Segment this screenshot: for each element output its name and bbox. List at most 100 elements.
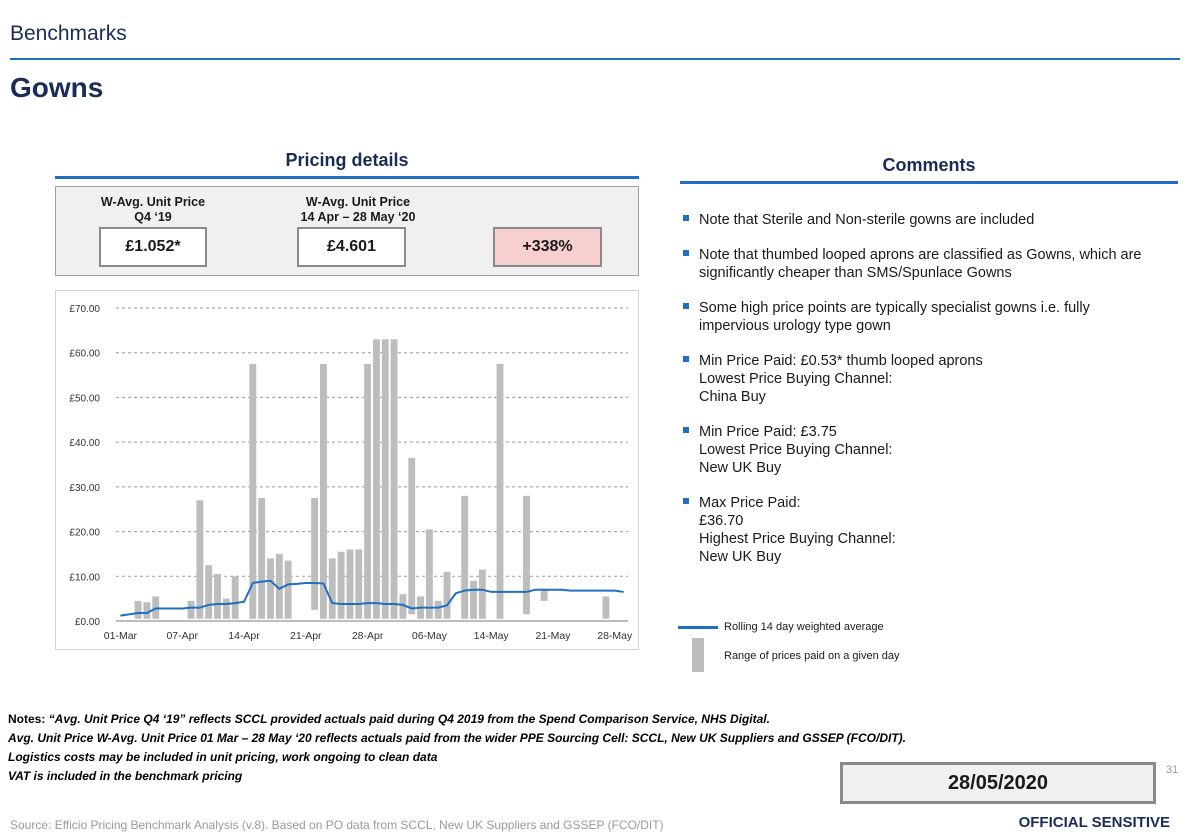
price-chart-svg: £0.00 £10.00 £20.00 £30.00 £40.00 £50.00 £60.0…	[69, 304, 633, 642]
price-range-bars	[134, 339, 610, 619]
comment-item: Note that Sterile and Non-sterile gowns …	[681, 211, 1181, 229]
legend-bar-swatch	[692, 638, 704, 672]
chart-gridlines	[116, 307, 628, 622]
bullet-icon	[683, 250, 689, 256]
y-tick-label: £70.00	[69, 304, 100, 315]
comment-line: Lowest Price Buying Channel:	[699, 442, 893, 458]
rolling-average-line-group	[120, 579, 624, 617]
price-range-bar	[231, 576, 239, 619]
comments-list: Note that Sterile and Non-sterile gowns …	[681, 211, 1181, 583]
y-tick-label: £50.00	[69, 393, 100, 404]
kpi-change-value: +338%	[493, 227, 602, 267]
comment-line: Lowest Price Buying Channel:	[699, 371, 893, 387]
x-tick-label: 14-May	[474, 630, 510, 642]
kpi-panel: W-Avg. Unit Price Q4 ‘19 W-Avg. Unit Pri…	[55, 186, 639, 276]
price-range-bar	[214, 574, 221, 619]
price-range-bar	[443, 571, 451, 619]
x-axis-ticks: 01-Mar 07-Apr 14-Apr 21-Apr 28-Apr 06-May 14-M…	[104, 630, 633, 642]
price-range-bar	[381, 339, 389, 619]
price-range-bar	[434, 600, 442, 619]
legend-bar-label: Range of prices paid on a given day	[724, 650, 900, 662]
bullet-icon	[683, 303, 689, 309]
comment-line: New UK Buy	[699, 460, 782, 476]
price-range-bar	[311, 498, 319, 610]
notes-line-2: Avg. Unit Price W-Avg. Unit Price 01 Mar…	[8, 731, 906, 745]
kpi-period-value: £4.601	[297, 227, 406, 267]
bullet-icon	[683, 215, 689, 221]
price-range-bar	[372, 339, 380, 619]
y-tick-label: £60.00	[69, 349, 100, 360]
source-note: Source: Efficio Pricing Benchmark Analys…	[10, 818, 664, 832]
price-range-bar	[461, 495, 469, 619]
comment-line: Min Price Paid: £0.53* thumb looped apro…	[699, 353, 983, 369]
price-range-bar	[425, 529, 433, 619]
comment-item: Note that thumbed looped aprons are clas…	[681, 246, 1181, 282]
price-range-bar	[470, 580, 477, 619]
price-range-bar	[496, 363, 504, 619]
comment-line: significantly cheaper than SMS/Spunlace …	[699, 265, 1012, 281]
price-range-bar	[408, 457, 416, 615]
comment-item: Min Price Paid: £3.75 Lowest Price Buying…	[681, 423, 1181, 477]
comment-line: £36.70	[699, 513, 744, 529]
comment-line: Highest Price Buying Channel:	[699, 531, 896, 547]
classification-label: OFFICIAL SENSITIVE	[1018, 814, 1170, 831]
price-range-bar	[320, 363, 327, 619]
x-tick-label: 07-Apr	[166, 630, 198, 642]
price-range-bar	[523, 495, 530, 615]
price-range-bar	[258, 498, 266, 619]
comments-heading: Comments	[882, 155, 976, 175]
price-range-bar	[222, 598, 230, 619]
bullet-icon	[683, 427, 689, 433]
x-tick-label: 21-May	[535, 630, 571, 642]
price-range-bar	[540, 589, 548, 601]
price-range-bar	[337, 551, 345, 619]
kpi-period-header: W-Avg. Unit Price 14 Apr – 28 May ‘20	[300, 195, 416, 224]
bullet-icon	[683, 498, 689, 504]
pricing-heading: Pricing details	[285, 150, 409, 170]
comment-item: Min Price Paid: £0.53* thumb looped apro…	[681, 352, 1181, 406]
price-range-bar	[134, 600, 142, 619]
comment-line: Note that thumbed looped aprons are clas…	[699, 247, 1142, 263]
price-range-bar	[390, 339, 398, 619]
y-tick-label: £0.00	[75, 617, 100, 628]
price-range-bar	[355, 549, 363, 619]
comment-line: Max Price Paid:	[699, 495, 801, 511]
page-number: 31	[1166, 764, 1179, 776]
price-chart: £0.00 £10.00 £20.00 £30.00 £40.00 £50.00 £60.0…	[55, 290, 639, 650]
rolling-average-line	[120, 579, 624, 617]
price-range-bar	[196, 500, 204, 619]
price-range-bar	[478, 569, 486, 619]
pricing-divider	[55, 176, 639, 179]
comment-line: China Buy	[699, 389, 766, 405]
comment-item: Some high price points are typically spe…	[681, 299, 1181, 335]
price-range-bar	[249, 363, 257, 619]
price-range-bar	[328, 558, 336, 619]
price-range-bar	[364, 363, 372, 619]
y-axis-ticks: £0.00 £10.00 £20.00 £30.00 £40.00 £50.00 £60.0…	[69, 304, 100, 628]
y-tick-label: £40.00	[69, 438, 100, 449]
date-box: 28/05/2020	[840, 762, 1156, 804]
price-range-bar	[267, 558, 274, 619]
y-tick-label: £20.00	[69, 528, 100, 539]
kpi-q4-value: £1.052*	[99, 227, 207, 267]
x-tick-label: 21-Apr	[290, 630, 322, 642]
price-range-bar	[284, 560, 292, 619]
price-range-bar	[187, 600, 195, 619]
comment-line: Min Price Paid: £3.75	[699, 424, 837, 440]
section-divider	[10, 58, 1180, 60]
x-tick-label: 28-Apr	[352, 630, 384, 642]
legend-line-label: Rolling 14 day weighted average	[724, 621, 884, 633]
comment-line: Some high price points are typically spe…	[699, 300, 1090, 316]
page-title: Gowns	[10, 72, 104, 103]
kpi-q4-header: W-Avg. Unit Price Q4 ‘19	[100, 195, 206, 224]
x-tick-label: 28-May	[597, 630, 633, 642]
comment-line: New UK Buy	[699, 549, 782, 565]
notes-line-1: Notes: “Avg. Unit Price Q4 ‘19” reflects…	[8, 712, 770, 726]
x-tick-label: 01-Mar	[104, 630, 138, 642]
price-range-bar	[346, 549, 354, 619]
y-tick-label: £30.00	[69, 483, 100, 494]
price-range-bar	[143, 602, 151, 619]
x-tick-label: 06-May	[412, 630, 448, 642]
x-tick-label: 14-Apr	[228, 630, 260, 642]
section-label: Benchmarks	[10, 22, 127, 45]
